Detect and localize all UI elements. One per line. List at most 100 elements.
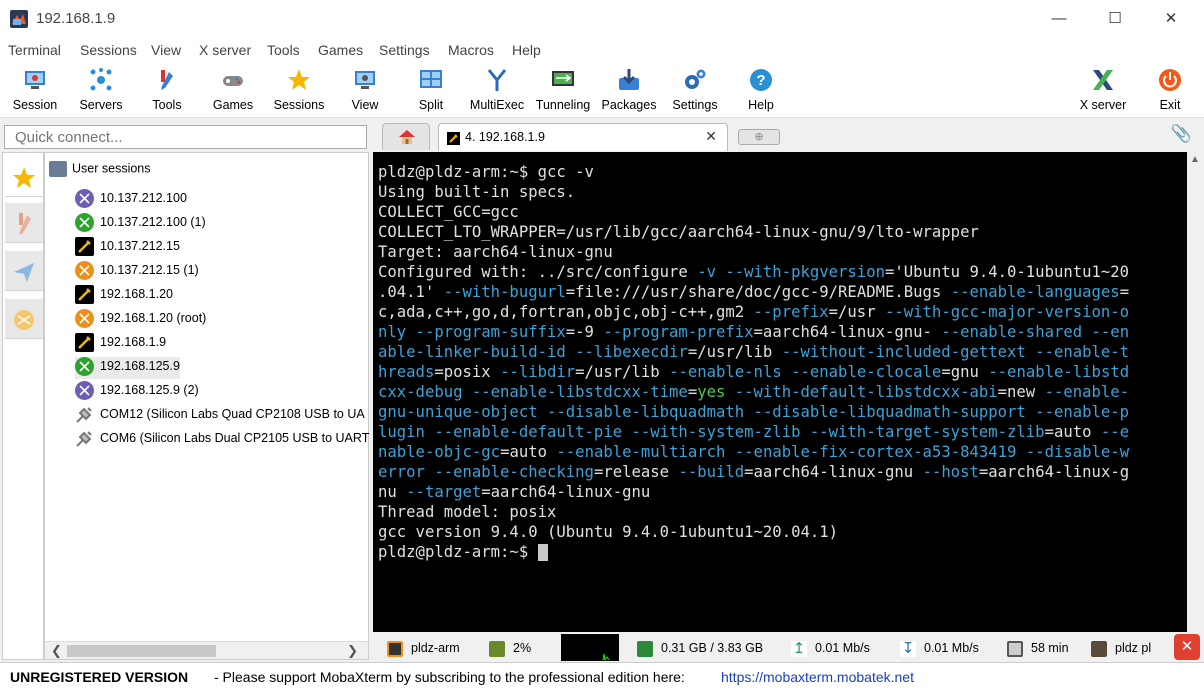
servers-label: Servers [79,98,123,112]
quick-connect-input[interactable] [4,125,367,149]
session-item[interactable]: 192.168.125.9 (2) [75,381,199,403]
ssh-key-icon [75,333,94,352]
maximize-button[interactable]: ☐ [1092,6,1138,32]
paper-plane-icon [14,262,34,282]
session-item[interactable]: 192.168.1.20 (root) [75,309,206,331]
terminal-pane[interactable]: pldz@pldz-arm:~$ gcc -v Using built-in s… [373,152,1204,632]
games-button[interactable]: Games [200,64,266,116]
sidebar-sftp-tab[interactable] [5,299,43,339]
packages-button[interactable]: Packages [596,64,662,116]
terminal-line: Target: aarch64-linux-gnu [378,243,613,261]
tools-label: Tools [152,98,182,112]
horizontal-scrollbar[interactable]: ❮ ❯ [45,641,368,659]
menu-view[interactable]: View [151,42,181,58]
menu-help[interactable]: Help [512,42,541,58]
power-icon [1159,69,1181,91]
settings-button[interactable]: Settings [662,64,728,116]
tunneling-icon [552,71,574,86]
session-label: Session [12,98,58,112]
user-icon [1091,640,1107,657]
session-item[interactable]: 192.168.1.9 [75,333,166,355]
terminal-line: Configured with: ../src/configure -v --w… [378,263,1130,281]
menu-sessions[interactable]: Sessions [80,42,137,58]
menu-settings[interactable]: Settings [379,42,430,58]
cpu-sparkline-icon [602,653,610,661]
star-icon [13,166,35,188]
terminal-line: Thread model: posix [378,503,557,521]
status-upload-label: 0.01 Mb/s [815,641,870,655]
sessions-button[interactable]: Sessions [266,64,332,116]
close-session-button[interactable]: ✕ [1174,634,1200,660]
menu-games[interactable]: Games [318,42,363,58]
session-item[interactable]: 10.137.212.100 [75,189,187,211]
status-cpu-label: 2% [513,641,532,655]
new-tab-button[interactable]: ⊕ [738,129,780,145]
window-title: 192.168.1.9 [36,10,116,27]
menu-x-server[interactable]: X server [199,42,251,58]
session-item[interactable]: 192.168.125.9 [75,357,180,379]
scroll-right-icon[interactable]: ❯ [347,643,358,659]
globe-icon [14,309,34,330]
tunneling-button[interactable]: Tunneling [530,64,596,116]
terminal-prompt: pldz@pldz-arm:~$ [378,543,538,561]
tunneling-label: Tunneling [535,98,591,112]
split-button[interactable]: Split [398,64,464,116]
scrollbar-thumb[interactable] [67,645,216,657]
user-folder-icon [49,161,67,177]
help-button[interactable]: ? Help [728,64,794,116]
tab-session-192-168-1-9[interactable]: 4. 192.168.1.9 ✕ [438,123,728,151]
session-item[interactable]: 10.137.212.15 (1) [75,261,199,283]
download-arrow-icon: ↧ [900,639,916,657]
gear-icon [685,69,706,89]
packages-label: Packages [601,98,657,112]
terminal-line: Using built-in specs. [378,183,576,201]
terminal-line: nu --target=aarch64-linux-gnu [378,483,651,501]
menu-macros[interactable]: Macros [448,42,494,58]
terminal-scrollbar[interactable]: ▲ [1187,152,1204,632]
user-sessions-folder[interactable]: User sessions [49,161,151,177]
scroll-left-icon[interactable]: ❮ [51,643,62,659]
servers-button[interactable]: Servers [68,64,134,116]
mobatek-link[interactable]: https://mobaxterm.mobatek.net [721,669,914,685]
status-memory-label: 0.31 GB / 3.83 GB [661,641,764,655]
x-server-button[interactable]: X server [1070,64,1136,116]
split-label: Split [418,98,444,112]
close-window-button[interactable]: ✕ [1148,6,1194,32]
menu-terminal[interactable]: Terminal [8,42,61,58]
mobaxterm-logo-icon [10,10,28,28]
tools-icon [161,70,173,90]
terminal-prompt: pldz@pldz-arm:~$ [378,163,538,181]
session-item[interactable]: COM6 (Silicon Labs Dual CP2105 USB to UA… [75,429,369,451]
sidebar-tools-tab[interactable] [5,203,43,243]
minimize-button[interactable]: — [1036,6,1082,32]
tab-close-button[interactable]: ✕ [705,128,717,145]
scroll-up-icon[interactable]: ▲ [1190,154,1200,165]
sidebar-sessions-tab[interactable] [5,157,43,197]
tools-button[interactable]: Tools [134,64,200,116]
session-button[interactable]: Session [2,64,68,116]
status-download: ↧ 0.01 Mb/s [900,636,979,660]
session-label: 10.137.212.15 [100,238,180,253]
status-memory: 0.31 GB / 3.83 GB [637,636,763,660]
session-purple-icon [75,189,94,208]
view-button[interactable]: View [332,64,398,116]
main-toolbar: Session Servers Tools Games Sessions Vie… [0,62,1204,118]
home-tab[interactable] [382,123,430,150]
session-item[interactable]: 192.168.1.20 [75,285,173,307]
session-item[interactable]: 10.137.212.15 [75,237,180,259]
serial-plug-icon [75,429,94,448]
multiexec-button[interactable]: MultiExec [464,64,530,116]
exit-button[interactable]: Exit [1137,64,1203,116]
view-label: View [351,98,379,112]
menu-tools[interactable]: Tools [267,42,300,58]
session-orange-icon [75,261,94,280]
session-purple-icon [75,381,94,400]
sidebar-macros-tab[interactable] [5,251,43,291]
session-item[interactable]: 10.137.212.100 (1) [75,213,206,235]
status-user: pldz pl [1091,636,1151,660]
session-item[interactable]: COM12 (Silicon Labs Quad CP2108 USB to U… [75,405,365,427]
memory-icon [637,640,653,657]
status-bar: pldz-arm 2% 0.31 GB / 3.83 GB ↥ 0.01 Mb/s… [373,632,1204,662]
help-label: Help [748,98,774,112]
paperclip-icon[interactable]: 📎 [1171,124,1192,144]
